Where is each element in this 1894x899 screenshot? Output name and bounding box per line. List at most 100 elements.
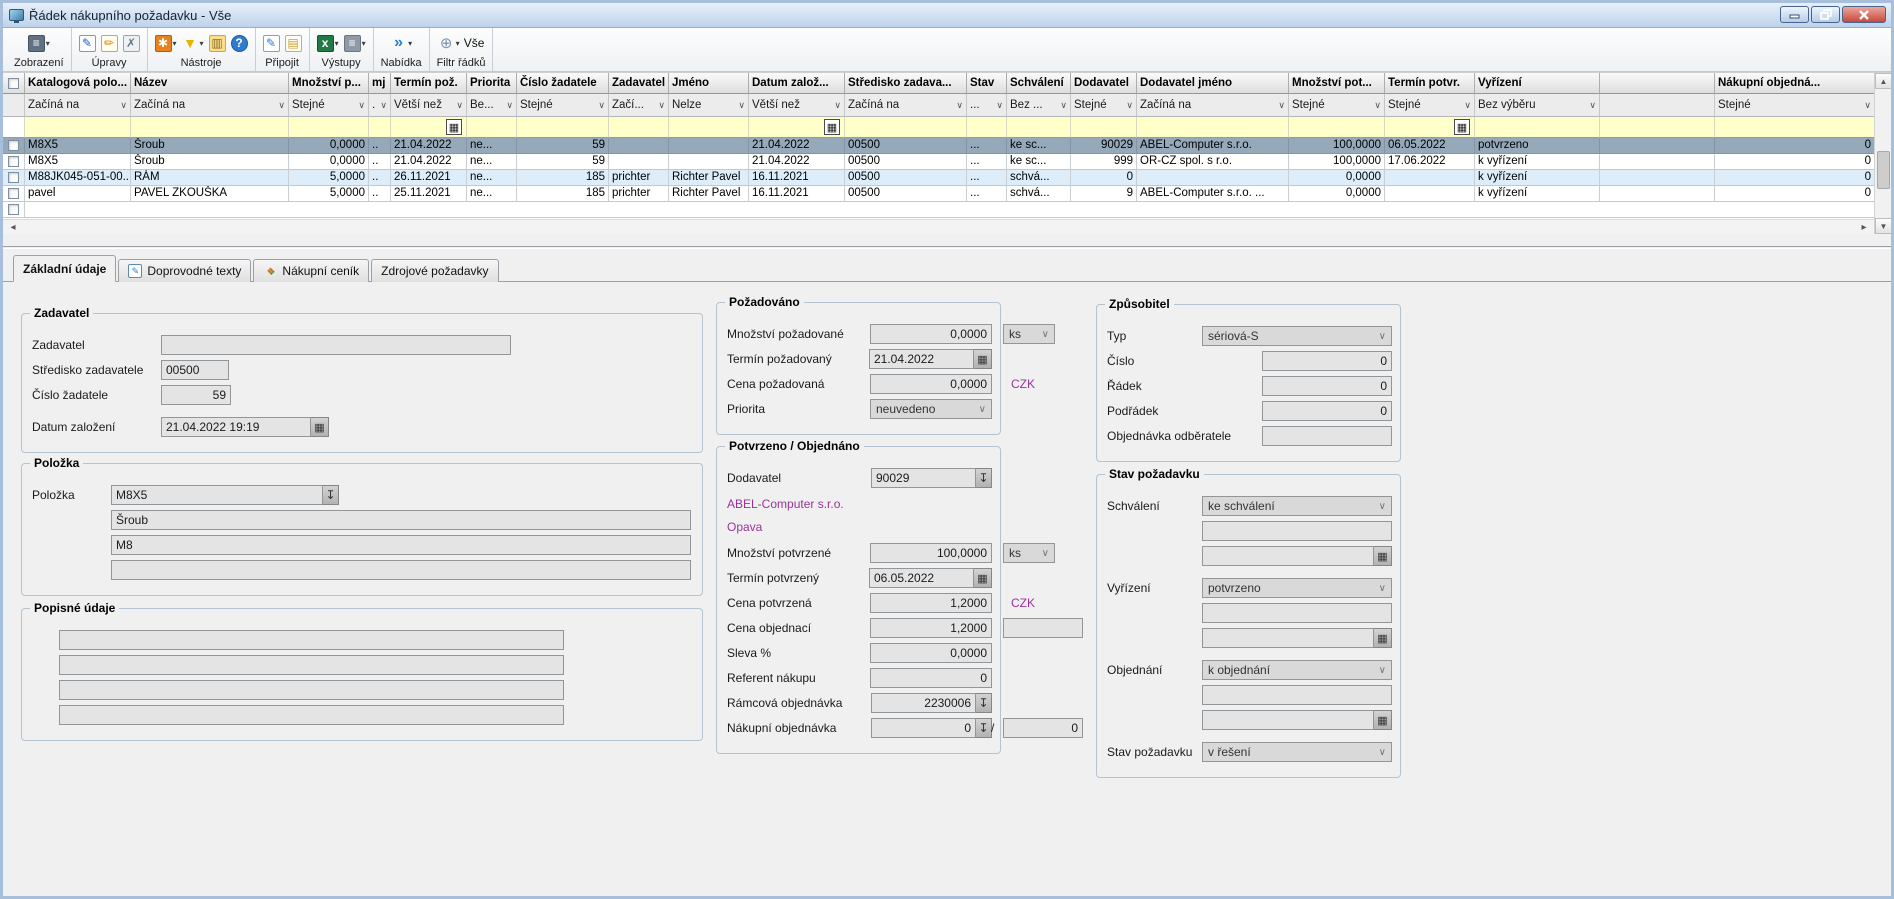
filter-select[interactable]: Začíná na∨ bbox=[131, 94, 289, 117]
filter-select[interactable]: Bez ...∨ bbox=[1007, 94, 1071, 117]
search-input-cell[interactable] bbox=[25, 117, 131, 138]
filter-select[interactable]: Stejné∨ bbox=[1385, 94, 1475, 117]
column-header[interactable]: Datum založ... bbox=[749, 73, 845, 94]
search-input-cell[interactable] bbox=[1137, 117, 1289, 138]
toolbar-button[interactable]: ? bbox=[231, 35, 248, 52]
tab-nakupni-cenik[interactable]: ❖Nákupní ceník bbox=[253, 259, 369, 282]
vertical-scrollbar[interactable]: ▲ ▼ bbox=[1874, 73, 1891, 234]
table-row[interactable]: M88JK045-051-00...RÁM5,0000..26.11.2021n… bbox=[3, 170, 1874, 186]
typ-select[interactable]: sériová-S∨ bbox=[1202, 326, 1392, 346]
column-header[interactable]: Středisko zadava... bbox=[845, 73, 967, 94]
dodavatel-mesto-link[interactable]: Opava bbox=[727, 520, 762, 534]
column-header[interactable]: Katalogová polo... bbox=[25, 73, 131, 94]
column-header[interactable]: mj bbox=[369, 73, 391, 94]
polozka-input[interactable]: M8X5 bbox=[111, 485, 323, 505]
scrollbar-thumb[interactable] bbox=[1877, 151, 1890, 189]
filter-select[interactable]: Stejné∨ bbox=[517, 94, 609, 117]
objednavka-odberatele-input[interactable] bbox=[1262, 426, 1392, 446]
row-checkbox[interactable] bbox=[8, 188, 19, 199]
toolbar-button[interactable]: ≡▾ bbox=[28, 35, 50, 52]
row-checkbox[interactable] bbox=[8, 204, 19, 215]
podradek-input[interactable]: 0 bbox=[1262, 401, 1392, 421]
search-input-cell[interactable] bbox=[517, 117, 609, 138]
scroll-left-icon[interactable]: ◂ bbox=[5, 220, 21, 234]
row-select-cell[interactable] bbox=[3, 186, 25, 202]
nakupni-objednavka-input[interactable]: 0 bbox=[871, 718, 976, 738]
jednotka-select[interactable]: ks∨ bbox=[1003, 543, 1055, 563]
column-header[interactable]: Schválení bbox=[1007, 73, 1071, 94]
stredisko-zadavatele-input[interactable]: 00500 bbox=[161, 360, 229, 380]
restore-button[interactable] bbox=[1811, 6, 1840, 23]
vyrizeni-poznamka-input[interactable] bbox=[1202, 603, 1392, 623]
column-header[interactable]: Množství p... bbox=[289, 73, 369, 94]
toolbar-button[interactable]: ▤ bbox=[285, 35, 302, 52]
datum-zalozeni-input[interactable]: 21.04.2022 19:19 bbox=[161, 417, 311, 437]
search-input-cell[interactable] bbox=[369, 117, 391, 138]
cislo-input[interactable]: 0 bbox=[1262, 351, 1392, 371]
cena-pozadovana-input[interactable]: 0,0000 bbox=[870, 374, 992, 394]
scroll-right-icon[interactable]: ▸ bbox=[1856, 220, 1872, 234]
lookup-button[interactable]: ↧ bbox=[323, 485, 339, 505]
column-header[interactable]: Název bbox=[131, 73, 289, 94]
column-header[interactable]: Priorita bbox=[467, 73, 517, 94]
mnozstvi-potvrzene-input[interactable]: 100,0000 bbox=[870, 543, 992, 563]
toolbar-button[interactable]: ≡▾ bbox=[344, 35, 366, 52]
polozka-nazev-input[interactable]: Šroub bbox=[111, 510, 691, 530]
search-input-cell[interactable] bbox=[967, 117, 1007, 138]
table-row[interactable]: M8X5Šroub0,0000..21.04.2022ne...5921.04.… bbox=[3, 154, 1874, 170]
search-input-cell[interactable]: ▦ bbox=[749, 117, 845, 138]
objednani-select[interactable]: k objednání∨ bbox=[1202, 660, 1392, 680]
stav-pozadavku-select[interactable]: v řešení∨ bbox=[1202, 742, 1392, 762]
column-header[interactable]: Termín pož. bbox=[391, 73, 467, 94]
toolbar-button[interactable]: ✎ bbox=[263, 35, 280, 52]
search-input-cell[interactable]: ▦ bbox=[391, 117, 467, 138]
search-input-cell[interactable] bbox=[845, 117, 967, 138]
row-checkbox[interactable] bbox=[8, 140, 19, 151]
tab-zakladni-udaje[interactable]: Základní údaje bbox=[13, 255, 116, 282]
search-input-cell[interactable] bbox=[669, 117, 749, 138]
vyrizeni-select[interactable]: potvrzeno∨ bbox=[1202, 578, 1392, 598]
column-header[interactable]: Vyřízení bbox=[1475, 73, 1600, 94]
toolbar-button[interactable]: »▾ bbox=[390, 35, 412, 52]
popisny-udaj-input[interactable] bbox=[59, 705, 564, 725]
toolbar-button[interactable]: ⊕▾Vše bbox=[438, 35, 485, 52]
filter-select[interactable]: Větší než∨ bbox=[391, 94, 467, 117]
column-header[interactable]: Zadavatel bbox=[609, 73, 669, 94]
row-select-cell[interactable] bbox=[3, 202, 25, 218]
calendar-search-button[interactable]: ▦ bbox=[1454, 119, 1470, 135]
row-checkbox[interactable] bbox=[8, 172, 19, 183]
vyrizeni-datum-input[interactable] bbox=[1202, 628, 1374, 648]
column-header[interactable]: Číslo žadatele bbox=[517, 73, 609, 94]
filter-select[interactable]: Stejné∨ bbox=[1071, 94, 1137, 117]
column-header[interactable]: Množství pot... bbox=[1289, 73, 1385, 94]
column-header[interactable]: Dodavatel bbox=[1071, 73, 1137, 94]
nakupni-objednavka-radek-input[interactable]: 0 bbox=[1003, 718, 1083, 738]
polozka-extra-input[interactable] bbox=[111, 560, 691, 580]
dodavatel-input[interactable]: 90029 bbox=[871, 468, 976, 488]
filter-select[interactable]: Stejné∨ bbox=[1715, 94, 1874, 117]
lookup-button[interactable]: ↧ bbox=[976, 718, 992, 738]
filter-select[interactable]: Začí...∨ bbox=[609, 94, 669, 117]
table-row[interactable]: pavelPAVEL ZKOUŠKA5,0000..25.11.2021ne..… bbox=[3, 186, 1874, 202]
calendar-button[interactable]: ▦ bbox=[974, 349, 992, 369]
search-input-cell[interactable] bbox=[1007, 117, 1071, 138]
search-input-cell[interactable] bbox=[467, 117, 517, 138]
dodavatel-nazev-link[interactable]: ABEL-Computer s.r.o. bbox=[727, 497, 844, 511]
calendar-button[interactable]: ▦ bbox=[1374, 628, 1392, 648]
calendar-search-button[interactable]: ▦ bbox=[446, 119, 462, 135]
radek-input[interactable]: 0 bbox=[1262, 376, 1392, 396]
popisny-udaj-input[interactable] bbox=[59, 630, 564, 650]
column-header[interactable]: Dodavatel jméno bbox=[1137, 73, 1289, 94]
filter-select[interactable]: Začíná na∨ bbox=[1137, 94, 1289, 117]
search-input-cell[interactable] bbox=[609, 117, 669, 138]
termin-potvrzeny-input[interactable]: 06.05.2022 bbox=[869, 568, 974, 588]
schvaleni-select[interactable]: ke schválení∨ bbox=[1202, 496, 1392, 516]
filter-select[interactable]: Větší než∨ bbox=[749, 94, 845, 117]
ramcova-objednavka-input[interactable]: 2230006 bbox=[871, 693, 976, 713]
toolbar-button[interactable]: ✎ bbox=[79, 35, 96, 52]
close-button[interactable] bbox=[1842, 6, 1886, 23]
column-header[interactable]: Termín potvr. bbox=[1385, 73, 1475, 94]
termin-pozadovany-input[interactable]: 21.04.2022 bbox=[869, 349, 974, 369]
select-all-checkbox[interactable] bbox=[8, 78, 19, 89]
scroll-up-icon[interactable]: ▲ bbox=[1875, 73, 1892, 89]
